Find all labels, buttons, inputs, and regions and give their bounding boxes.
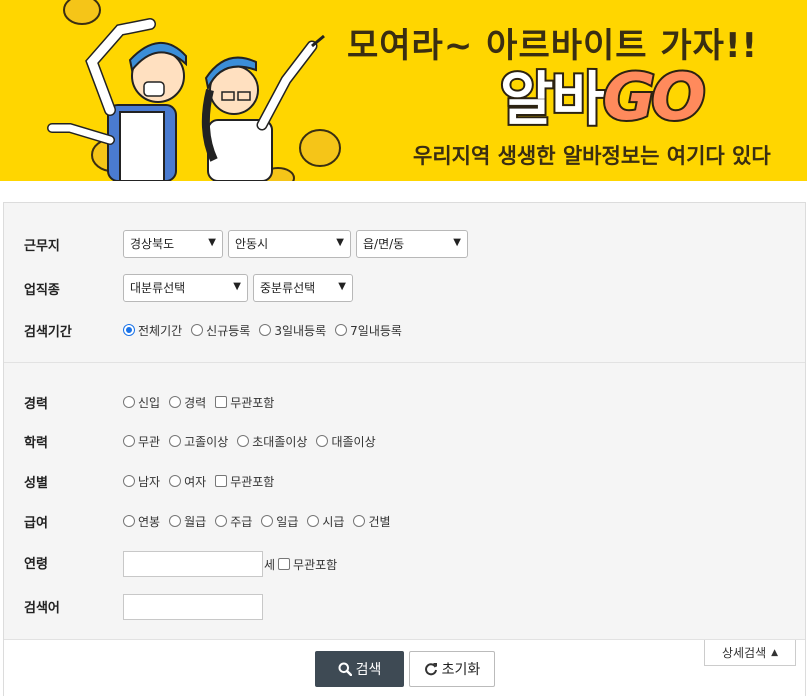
radio[interactable] xyxy=(261,515,274,527)
chevron-up-icon: ▲ xyxy=(771,647,779,658)
row-period: 검색기간 전체기간 신규등록 3일내등록 7일내등록 xyxy=(4,315,805,345)
logo: 알바GO xyxy=(498,52,708,137)
pay-option-hourly[interactable]: 시급 xyxy=(307,513,344,530)
radio[interactable] xyxy=(169,396,182,408)
pay-label: 급여 xyxy=(24,516,48,531)
pay-option-monthly[interactable]: 월급 xyxy=(169,513,206,530)
job-minor-select-wrap: 중분류선택 ▼ xyxy=(253,274,353,302)
province-select-wrap: 경상북도 ▼ xyxy=(123,230,223,258)
radio[interactable] xyxy=(259,324,272,336)
age-input[interactable] xyxy=(123,551,263,577)
radio-selected[interactable] xyxy=(123,324,135,336)
search-button[interactable]: 검색 xyxy=(315,651,404,687)
detail-search-label: 상세검색 xyxy=(721,646,767,660)
age-label: 연령 xyxy=(24,557,48,572)
gender-any-checkbox[interactable]: 무관포함 xyxy=(215,473,274,490)
age-unit: 세 xyxy=(264,557,276,572)
section-divider xyxy=(4,362,805,363)
job-major-select-wrap: 대분류선택 ▼ xyxy=(123,274,248,302)
gender-option-female[interactable]: 여자 xyxy=(169,473,206,490)
form-footer: 검색 초기화 상세검색 ▲ xyxy=(4,639,805,697)
gender-label: 성별 xyxy=(24,476,48,491)
city-select-wrap: 안동시 ▼ xyxy=(228,230,351,258)
education-option-highschool[interactable]: 고졸이상 xyxy=(169,433,228,450)
education-option-any[interactable]: 무관 xyxy=(123,433,160,450)
radio[interactable] xyxy=(335,324,348,336)
location-label: 근무지 xyxy=(24,239,60,254)
job-type-label: 업직종 xyxy=(24,283,60,298)
search-icon xyxy=(338,662,352,676)
job-minor-select[interactable]: 중분류선택 xyxy=(253,274,353,302)
radio[interactable] xyxy=(123,435,135,447)
period-option-new[interactable]: 신규등록 xyxy=(191,322,250,339)
search-form: 근무지 경상북도 ▼ 안동시 ▼ 읍/면/동 ▼ 업직종 대분류선택 ▼ 중분류… xyxy=(3,202,806,697)
town-select-wrap: 읍/면/동 ▼ xyxy=(356,230,468,258)
row-education: 학력 무관 고졸이상 초대졸이상 대졸이상 xyxy=(4,426,805,456)
period-option-7days[interactable]: 7일내등록 xyxy=(335,322,402,339)
radio[interactable] xyxy=(123,475,135,487)
career-option-new[interactable]: 신입 xyxy=(123,394,160,411)
period-label: 검색기간 xyxy=(24,325,72,340)
pay-option-annual[interactable]: 연봉 xyxy=(123,513,160,530)
age-any-checkbox[interactable]: 무관포함 xyxy=(278,556,337,573)
radio[interactable] xyxy=(191,324,204,336)
logo-go: GO xyxy=(601,59,708,137)
radio[interactable] xyxy=(237,435,250,447)
radio[interactable] xyxy=(353,515,366,527)
education-option-college[interactable]: 초대졸이상 xyxy=(237,433,307,450)
logo-korean: 알바 xyxy=(498,63,607,135)
province-select[interactable]: 경상북도 xyxy=(123,230,223,258)
period-option-3days[interactable]: 3일내등록 xyxy=(259,322,326,339)
radio[interactable] xyxy=(316,435,329,447)
career-any-checkbox[interactable]: 무관포함 xyxy=(215,394,274,411)
radio[interactable] xyxy=(169,435,182,447)
town-select[interactable]: 읍/면/동 xyxy=(356,230,468,258)
worker-left-figure xyxy=(47,18,187,181)
reset-button-label: 초기화 xyxy=(441,662,481,678)
radio[interactable] xyxy=(169,475,182,487)
row-gender: 성별 남자 여자 무관포함 xyxy=(4,466,805,496)
radio[interactable] xyxy=(215,515,228,527)
checkbox[interactable] xyxy=(215,396,228,408)
keyword-label: 검색어 xyxy=(24,601,60,616)
pay-option-daily[interactable]: 일급 xyxy=(261,513,298,530)
radio[interactable] xyxy=(123,515,135,527)
row-location: 근무지 경상북도 ▼ 안동시 ▼ 읍/면/동 ▼ xyxy=(4,229,805,259)
city-select[interactable]: 안동시 xyxy=(228,230,351,258)
banner: 모여라~ 아르바이트 가자!! 알바GO 우리지역 생생한 알바정보는 여기다 … xyxy=(0,0,807,181)
keyword-input[interactable] xyxy=(123,594,263,620)
radio[interactable] xyxy=(123,396,135,408)
career-label: 경력 xyxy=(24,397,48,412)
education-label: 학력 xyxy=(24,436,48,451)
row-career: 경력 신입 경력 무관포함 xyxy=(4,387,805,417)
detail-search-button[interactable]: 상세검색 ▲ xyxy=(704,640,796,666)
pay-option-per-task[interactable]: 건별 xyxy=(353,513,391,530)
row-job-type: 업직종 대분류선택 ▼ 중분류선택 ▼ xyxy=(4,273,805,303)
career-option-experienced[interactable]: 경력 xyxy=(169,394,206,411)
banner-subtitle: 우리지역 생생한 알바정보는 여기다 있다 xyxy=(413,144,771,168)
pay-option-weekly[interactable]: 주급 xyxy=(215,513,252,530)
refresh-icon xyxy=(424,662,438,676)
row-pay: 급여 연봉 월급 주급 일급 시급 건별 xyxy=(4,506,805,536)
checkbox[interactable] xyxy=(215,475,228,487)
period-option-all[interactable]: 전체기간 xyxy=(123,322,182,339)
radio[interactable] xyxy=(169,515,182,527)
search-button-label: 검색 xyxy=(355,662,382,678)
row-age: 연령 세 무관포함 xyxy=(4,547,805,577)
row-keyword: 검색어 xyxy=(4,591,805,621)
gender-option-male[interactable]: 남자 xyxy=(123,473,160,490)
reset-button[interactable]: 초기화 xyxy=(409,651,495,687)
radio[interactable] xyxy=(307,515,320,527)
job-major-select[interactable]: 대분류선택 xyxy=(123,274,248,302)
education-option-university[interactable]: 대졸이상 xyxy=(316,433,376,450)
checkbox[interactable] xyxy=(278,558,291,570)
